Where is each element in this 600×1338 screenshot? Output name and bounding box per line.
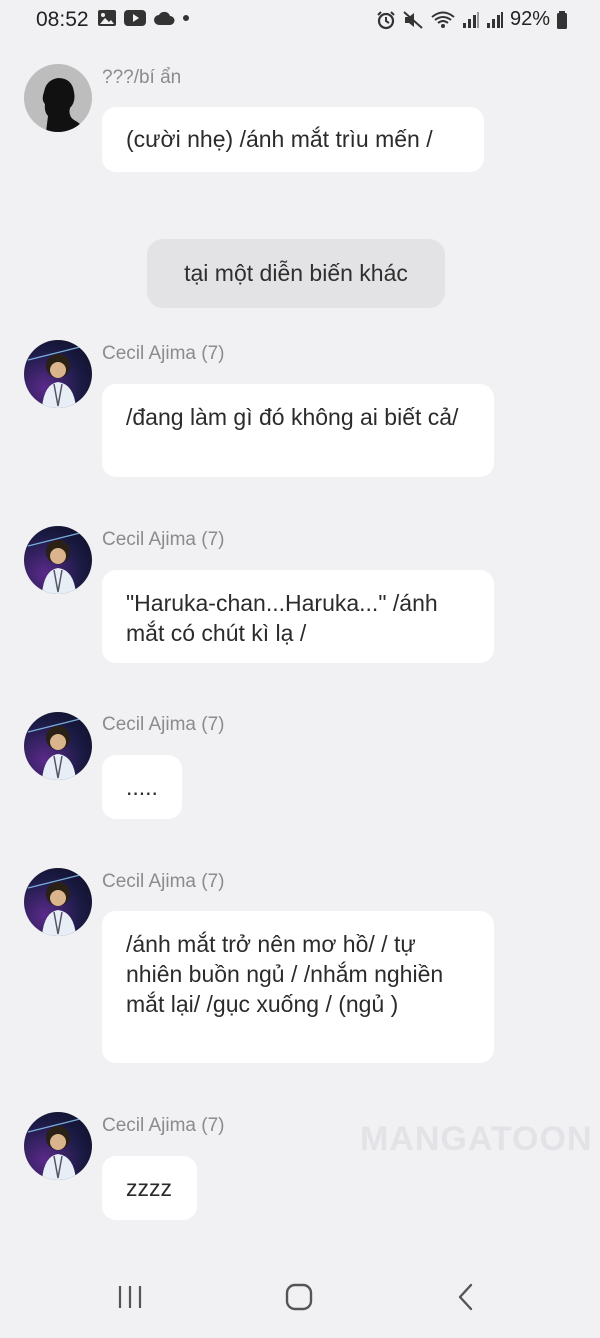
battery-percent: 92% [509, 8, 550, 30]
character-avatar-icon [27, 345, 85, 408]
character-avatar-icon [27, 717, 85, 780]
sender-name: Cecil Ajima (7) [102, 871, 225, 892]
message-bubble[interactable]: /ánh mắt trở nên mơ hồ/ / tự nhiên buồn … [102, 911, 494, 1063]
avatar[interactable] [24, 712, 92, 780]
sender-name: ???/bí ẩn [102, 67, 182, 88]
alarm-icon [376, 10, 396, 30]
silhouette-avatar-icon [42, 78, 86, 132]
signal-icon [486, 11, 504, 29]
signal-icon [462, 11, 480, 29]
avatar[interactable] [24, 526, 92, 594]
sender-name: Cecil Ajima (7) [102, 343, 225, 364]
message-bubble[interactable]: "Haruka-chan...Haruka..." /ánh mắt có ch… [102, 570, 494, 663]
back-icon [458, 1283, 473, 1311]
navigation-bar [0, 1262, 600, 1338]
sender-name: Cecil Ajima (7) [102, 1115, 225, 1136]
message-bubble[interactable]: ..... [102, 755, 182, 819]
message-bubble[interactable]: zzzz [102, 1156, 197, 1220]
youtube-icon [123, 9, 147, 27]
mute-icon [402, 10, 424, 30]
status-bar: 08:52 92% [0, 0, 600, 40]
message-bubble[interactable]: /đang làm gì đó không ai biết cả/ [102, 384, 494, 477]
battery-icon [556, 10, 568, 30]
status-left-icons [97, 9, 191, 27]
character-avatar-icon [27, 1117, 85, 1180]
wifi-icon [430, 10, 456, 30]
home-icon [285, 1283, 313, 1311]
dot-icon [181, 13, 191, 23]
narration-bubble: tại một diễn biến khác [147, 239, 445, 308]
gallery-icon [97, 9, 117, 27]
character-avatar-icon [27, 531, 85, 594]
message-bubble[interactable]: (cười nhẹ) /ánh mắt trìu mến / [102, 107, 484, 172]
home-button[interactable] [284, 1282, 314, 1317]
status-right-icons: 92% [376, 8, 568, 31]
recent-apps-icon [118, 1286, 142, 1308]
watermark: MANGATOON [360, 1120, 593, 1158]
character-avatar-icon [27, 873, 85, 936]
sender-name: Cecil Ajima (7) [102, 529, 225, 550]
recent-apps-button[interactable] [116, 1282, 144, 1317]
back-button[interactable] [454, 1282, 478, 1317]
avatar[interactable] [24, 64, 92, 132]
cloud-icon [153, 10, 175, 26]
sender-name: Cecil Ajima (7) [102, 714, 225, 735]
avatar[interactable] [24, 1112, 92, 1180]
avatar[interactable] [24, 340, 92, 408]
avatar[interactable] [24, 868, 92, 936]
status-time: 08:52 [36, 8, 89, 31]
